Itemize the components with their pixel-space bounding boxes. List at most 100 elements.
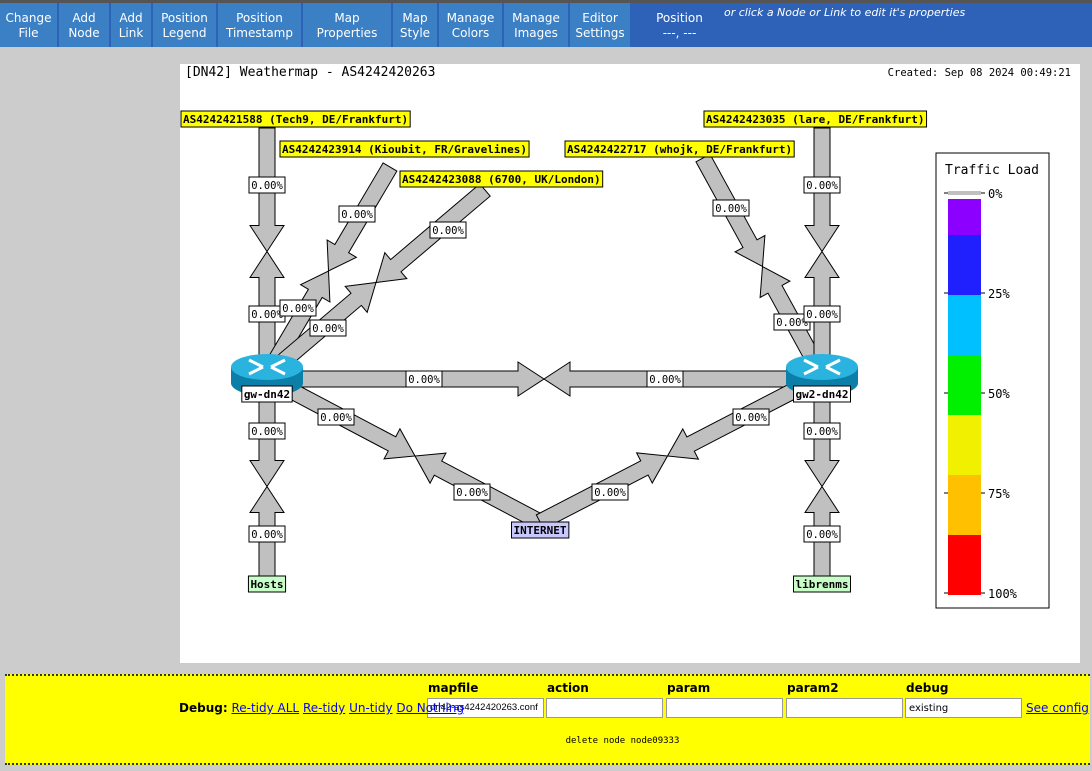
link-label[interactable]: 0.00% — [309, 319, 347, 337]
link-label[interactable]: 0.00% — [338, 205, 376, 223]
debug-link-do-nothing[interactable]: Do Nothing — [396, 701, 464, 715]
debug-link-un-tidy[interactable]: Un-tidy — [349, 701, 392, 715]
legend-swatch — [948, 235, 981, 295]
node-gw[interactable]: gw-dn42 — [241, 385, 293, 403]
node-label: AS4242423035 (lare, DE/Frankfurt) — [706, 113, 925, 126]
button-label-line2: Link — [118, 26, 144, 40]
link-value: 0.00% — [432, 225, 464, 237]
node-internet[interactable]: INTERNET — [511, 521, 570, 539]
node-hosts[interactable]: Hosts — [247, 575, 287, 593]
node-tech9[interactable]: AS4242421588 (Tech9, DE/Frankfurt) — [180, 110, 411, 128]
position-readout: Position ---, --- — [632, 3, 727, 47]
link-label[interactable]: 0.00% — [279, 299, 317, 317]
link-label[interactable]: 0.00% — [803, 176, 841, 194]
debug-link-re-tidy-all[interactable]: Re-tidy ALL — [231, 701, 299, 715]
toolbar-button-add-link[interactable]: Add Link — [111, 3, 153, 47]
link-label[interactable]: 0.00% — [732, 408, 770, 426]
button-label-line1: Editor — [582, 11, 618, 25]
link-value: 0.00% — [456, 487, 488, 499]
node-label: AS4242421588 (Tech9, DE/Frankfurt) — [183, 113, 408, 126]
toolbar-button-add-node[interactable]: Add Node — [59, 3, 111, 47]
hint-text: or click a Node or Link to edit it's pro… — [724, 6, 966, 19]
debug-label: Debug: — [179, 701, 228, 715]
link-value: 0.00% — [806, 180, 838, 192]
link-value: 0.00% — [341, 209, 373, 221]
debug-param2-input[interactable] — [786, 698, 903, 718]
link-label[interactable]: 0.00% — [712, 199, 750, 217]
debug-panel: mapfile dn42-as4242420263.conf action param… — [5, 674, 1090, 765]
link-arrow[interactable] — [249, 394, 285, 488]
map-timestamp[interactable]: Created: Sep 08 2024 00:49:21 — [888, 67, 1071, 79]
node-kioubit[interactable]: AS4242423914 (Kioubit, FR/Gravelines) — [279, 140, 530, 158]
button-label-line1: Add — [119, 11, 143, 25]
toolbar-button-position-timestamp[interactable]: Position Timestamp — [218, 3, 303, 47]
link-label[interactable]: 0.00% — [646, 370, 684, 388]
legend-swatch — [948, 535, 981, 595]
node-n6700[interactable]: AS4242423088 (6700, UK/London) — [399, 170, 604, 188]
link-label[interactable]: 0.00% — [429, 221, 467, 239]
button-label-line2: Properties — [316, 26, 378, 40]
button-label-line1: Add — [72, 11, 96, 25]
button-label-line1: Manage — [446, 11, 495, 25]
link-label[interactable]: 0.00% — [248, 176, 286, 194]
toolbar-button-manage-images[interactable]: Manage Images — [504, 3, 570, 47]
debug-header-param: param — [667, 681, 711, 695]
link-value: 0.00% — [735, 412, 767, 424]
link-value: 0.00% — [251, 529, 283, 541]
weathermap[interactable]: [DN42] Weathermap - AS4242420263 Created… — [180, 64, 1080, 663]
node-label: gw2-dn42 — [796, 388, 849, 401]
toolbar-button-editor-settings[interactable]: Editor Settings — [570, 3, 632, 47]
debug-message: delete node node09333 — [565, 736, 680, 746]
debug-action-input[interactable] — [546, 698, 663, 718]
node-librenms[interactable]: librenms — [793, 575, 851, 593]
link-value: 0.00% — [312, 323, 344, 335]
link-label[interactable]: 0.00% — [803, 422, 841, 440]
link-value: 0.00% — [806, 309, 838, 321]
map-title: [DN42] Weathermap - AS4242420263 — [185, 65, 435, 80]
button-label-line1: Map — [334, 11, 360, 25]
link-value: 0.00% — [649, 374, 681, 386]
link-label[interactable]: 0.00% — [803, 305, 841, 323]
map-canvas[interactable]: [DN42] Weathermap - AS4242420263 Created… — [180, 64, 1080, 663]
node-label: INTERNET — [514, 524, 567, 537]
link-value: 0.00% — [408, 374, 440, 386]
debug-header-action: action — [547, 681, 589, 695]
see-config-link[interactable]: See config — [1026, 701, 1089, 715]
toolbar-button-map-properties[interactable]: Map Properties — [303, 3, 393, 47]
link-value: 0.00% — [715, 203, 747, 215]
node-gw2[interactable]: gw2-dn42 — [793, 385, 851, 403]
node-label: Hosts — [250, 578, 283, 591]
debug-debug-input[interactable] — [905, 698, 1022, 718]
link-label[interactable]: 0.00% — [803, 525, 841, 543]
debug-param-input[interactable] — [666, 698, 783, 718]
toolbar-button-manage-colors[interactable]: Manage Colors — [439, 3, 504, 47]
legend[interactable]: Traffic Load 0% 25% 50% 75% 100% — [935, 152, 1050, 609]
button-label-line2: Node — [68, 26, 100, 40]
button-label-line1: Position — [161, 11, 208, 25]
toolbar-button-change-file[interactable]: Change File — [0, 3, 59, 47]
link-label[interactable]: 0.00% — [248, 422, 286, 440]
link-label[interactable]: 0.00% — [453, 483, 491, 501]
button-label-line1: Map — [402, 11, 428, 25]
link-arrow[interactable] — [804, 394, 840, 488]
legend-tick-label: 0% — [988, 187, 1003, 201]
link-label[interactable]: 0.00% — [248, 525, 286, 543]
button-label-line2: Style — [399, 26, 431, 40]
link-label[interactable]: 0.00% — [591, 483, 629, 501]
node-whojk[interactable]: AS4242422717 (whojk, DE/Frankfurt) — [564, 140, 795, 158]
legend-tick-label: 50% — [988, 387, 1010, 401]
toolbar-button-position-legend[interactable]: Position Legend — [153, 3, 218, 47]
debug-link-re-tidy[interactable]: Re-tidy — [303, 701, 345, 715]
link-label[interactable]: 0.00% — [405, 370, 443, 388]
button-label-line2: Colors — [451, 26, 490, 40]
link-label[interactable]: 0.00% — [317, 408, 355, 426]
legend-swatch — [948, 295, 981, 355]
node-lare[interactable]: AS4242423035 (lare, DE/Frankfurt) — [703, 110, 928, 128]
link-value: 0.00% — [251, 426, 283, 438]
link-value: 0.00% — [320, 412, 352, 424]
legend-tick-label: 25% — [988, 287, 1010, 301]
position-label: Position — [656, 11, 703, 25]
toolbar-button-map-style[interactable]: Map Style — [393, 3, 439, 47]
legend-swatch — [948, 199, 981, 235]
node-label: AS4242423088 (6700, UK/London) — [402, 173, 601, 186]
